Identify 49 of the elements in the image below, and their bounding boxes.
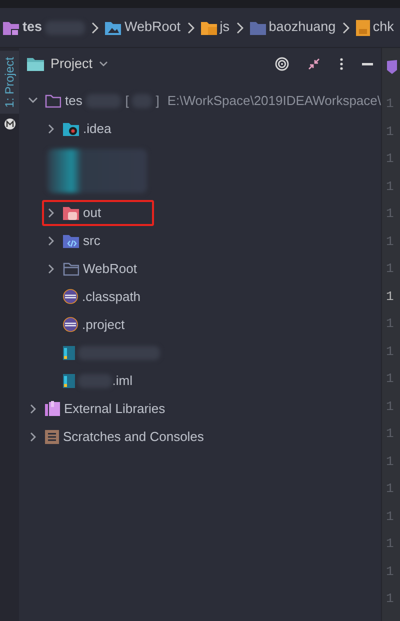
module-file-icon [63,346,75,360]
chevron-icon [342,22,350,34]
tree-item-label[interactable]: src [83,230,100,250]
js-file-icon [356,20,370,36]
folder-icon [63,122,79,136]
eclipse-file-icon [63,317,78,332]
module-folder-icon [45,94,61,108]
folder-icon [27,57,44,71]
minimize-icon[interactable] [362,62,373,66]
breadcrumb-item[interactable]: chk [372,17,394,38]
folder-icon [250,20,266,34]
tree-item-label[interactable]: tes [65,90,82,110]
tree-item-label[interactable]: Scratches and Consoles [63,426,204,446]
tree-item-label[interactable]: External Libraries [64,398,166,418]
path-text: E:\WorkSpace\2019IDEAWorkspace\ [167,92,381,110]
collapse-icon[interactable] [308,58,320,70]
chevron-icon [91,22,100,34]
side-tab[interactable]: 1: Project [0,51,19,114]
chevron-icon [186,22,195,34]
more-icon[interactable] [340,58,342,70]
caret-icon[interactable] [99,61,108,67]
web-folder-icon [105,20,122,34]
scratches-icon [45,430,59,444]
shield-icon[interactable] [387,60,397,74]
folder-icon [63,206,79,220]
breadcrumb-item[interactable]: WebRoot [124,17,181,38]
library-icon [45,401,60,416]
tree-item-label[interactable]: .classpath [82,286,141,306]
tree-item-label[interactable]: .iml [112,370,132,390]
eclipse-file-icon [63,289,78,304]
bracket-text: ] [156,92,160,110]
target-icon[interactable] [274,57,288,71]
tree-item-label[interactable]: out [83,202,102,222]
tree-item-label[interactable]: .project [82,314,125,334]
panel-title[interactable]: Project [50,54,93,74]
breadcrumb-item[interactable]: js [220,17,230,38]
tree-item-label[interactable]: .idea [83,118,112,138]
module-folder-icon [3,20,20,34]
bracket-text: [ [125,92,129,110]
breadcrumb-item[interactable]: tes [22,17,42,38]
source-folder-icon [63,234,79,248]
line-number: 1 [385,288,395,306]
folder-icon [200,20,217,34]
tree-item-label[interactable]: WebRoot [83,258,137,278]
folder-icon [63,262,79,276]
chevron-icon [236,22,244,34]
maven-icon[interactable] [4,118,16,130]
module-file-icon [63,374,75,388]
breadcrumb-item[interactable]: baozhuang [268,17,336,38]
